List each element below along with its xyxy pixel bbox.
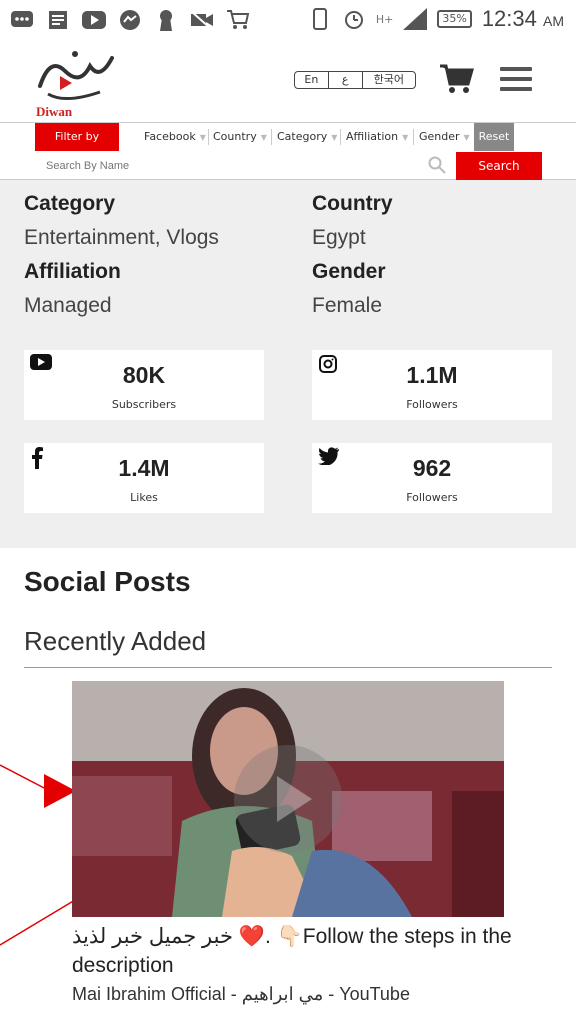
language-switcher: En ع 한국어 xyxy=(294,71,416,89)
search-button[interactable]: Search xyxy=(456,152,542,180)
stat-value: 1.1M xyxy=(406,362,458,388)
logo-text: Diwan xyxy=(36,104,73,119)
diwan-logo[interactable]: Diwan xyxy=(30,46,120,119)
youtube-icon xyxy=(82,8,106,32)
affiliation-value: Managed xyxy=(24,294,112,317)
chevron-down-icon: ▼ xyxy=(463,133,470,142)
stat-card-twitter: 962 Followers xyxy=(312,443,552,513)
filter-gender[interactable]: Gender ▼ xyxy=(419,130,470,143)
social-posts-heading: Social Posts xyxy=(24,566,191,597)
lang-ar[interactable]: ع xyxy=(329,72,363,88)
chevron-down-icon: ▼ xyxy=(331,133,338,142)
alarm-icon xyxy=(342,7,366,31)
stat-label: Followers xyxy=(406,398,458,411)
no-video-icon xyxy=(190,8,214,32)
info-column-left: Category Entertainment, Vlogs Affiliatio… xyxy=(24,188,219,324)
chevron-down-icon: ▼ xyxy=(402,133,409,142)
messenger-icon xyxy=(118,8,142,32)
recently-added-heading: Recently Added xyxy=(24,626,207,656)
stat-label: Followers xyxy=(406,491,458,504)
stat-value: 962 xyxy=(412,455,452,481)
battery-indicator: 35% xyxy=(437,10,472,28)
hamburger-menu-icon[interactable] xyxy=(500,67,532,93)
notification-icons xyxy=(10,8,250,32)
network-type: H+ xyxy=(375,12,394,26)
post-source: Mai Ibrahim Official - مي ابراهيم - YouT… xyxy=(72,984,410,1004)
filter-country[interactable]: Country ▼ xyxy=(213,130,267,143)
search-icon[interactable] xyxy=(428,156,446,174)
site-header: Diwan En ع 한국어 xyxy=(0,40,576,122)
country-value: Egypt xyxy=(312,226,366,249)
lang-en[interactable]: En xyxy=(295,72,329,88)
filter-facebook[interactable]: Facebook ▼ xyxy=(144,130,206,143)
stat-label: Likes xyxy=(130,491,158,504)
keyhole-icon xyxy=(154,8,178,32)
stat-label: Subscribers xyxy=(111,398,177,411)
reset-button[interactable]: Reset xyxy=(474,123,514,151)
filter-bar: Filter by Facebook ▼ Country ▼ Category ▼ A… xyxy=(0,122,576,180)
status-bar: H+ 35% 12:34 AM xyxy=(0,0,576,40)
messages-icon xyxy=(10,8,34,32)
stat-value: 80K xyxy=(122,362,166,388)
search-input[interactable] xyxy=(36,153,422,178)
filter-category[interactable]: Category ▼ xyxy=(277,130,337,143)
filter-affiliation[interactable]: Affiliation ▼ xyxy=(346,130,408,143)
lang-ko[interactable]: 한국어 xyxy=(363,72,415,88)
news-icon xyxy=(46,8,70,32)
gender-label: Gender xyxy=(312,260,386,283)
video-thumbnail[interactable] xyxy=(72,681,504,917)
chevron-down-icon: ▼ xyxy=(260,133,267,142)
stat-card-youtube: 80K Subscribers xyxy=(24,350,264,420)
chevron-down-icon: ▼ xyxy=(199,133,206,142)
divider xyxy=(24,667,552,668)
info-column-right: Country Egypt Gender Female xyxy=(312,188,393,324)
stat-value: 1.4M xyxy=(118,455,170,481)
signal-icon xyxy=(403,7,428,31)
country-label: Country xyxy=(312,192,393,215)
play-arrow-decoration xyxy=(0,764,76,946)
stat-card-facebook: 1.4M Likes xyxy=(24,443,264,513)
stat-card-instagram: 1.1M Followers xyxy=(312,350,552,420)
affiliation-label: Affiliation xyxy=(24,260,121,283)
post-title[interactable]: خبر جميل خبر لذيذ ❤️. 👇🏻Follow the steps… xyxy=(72,922,542,980)
gender-value: Female xyxy=(312,294,383,317)
category-value: Entertainment, Vlogs xyxy=(24,226,219,249)
cart-icon[interactable] xyxy=(440,64,474,94)
system-status: H+ 35% 12:34 AM xyxy=(308,6,564,32)
profile-info-section: Category Entertainment, Vlogs Affiliatio… xyxy=(0,180,576,548)
phone-icon xyxy=(308,7,332,31)
shopping-cart-icon xyxy=(226,8,250,32)
filter-by-button[interactable]: Filter by xyxy=(35,123,119,151)
clock: 12:34 AM xyxy=(481,6,564,31)
category-label: Category xyxy=(24,192,116,215)
